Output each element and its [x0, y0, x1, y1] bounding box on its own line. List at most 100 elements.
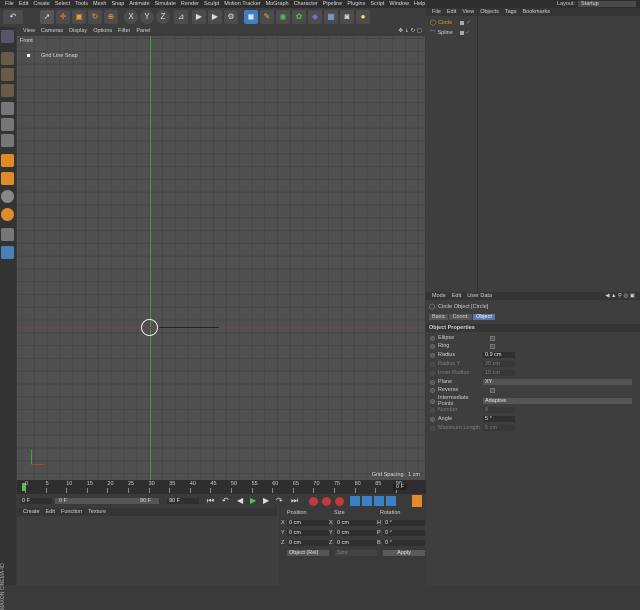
prop-ellipse[interactable]: Ellipse — [430, 334, 495, 342]
position-y-field[interactable]: 0 cm — [287, 530, 329, 536]
axis-mode-icon[interactable] — [1, 154, 14, 167]
key-param-icon[interactable] — [386, 496, 396, 506]
size-mode-select[interactable]: Size — [335, 550, 377, 556]
viewport-menu-item[interactable]: Filter — [118, 28, 130, 34]
viewport-menu-item[interactable]: View — [23, 28, 35, 34]
menu-item[interactable]: File — [5, 1, 14, 7]
cube-icon[interactable]: ◼ — [244, 10, 258, 24]
menu-item[interactable]: Help — [414, 1, 425, 7]
make-editable-icon[interactable] — [1, 30, 14, 43]
deformer-icon[interactable]: ◆ — [308, 10, 322, 24]
rotation-p-field[interactable]: 0 ° — [383, 530, 425, 536]
light-icon[interactable]: ● — [356, 10, 370, 24]
viewport-menu-item[interactable]: Cameras — [41, 28, 63, 34]
texture-mode-icon[interactable] — [1, 68, 14, 81]
material-menu-item[interactable]: Edit — [46, 509, 55, 515]
rotate-icon[interactable]: ↻ — [88, 10, 102, 24]
viewport-menu-item[interactable]: Options — [93, 28, 112, 34]
object-row-spline[interactable]: ⌒ Spline ✓ — [430, 29, 470, 37]
attr-menu-item[interactable]: User Data — [467, 293, 492, 299]
key-rotation-icon[interactable] — [374, 496, 384, 506]
attr-menu-item[interactable]: Mode — [432, 293, 446, 299]
points-mode-icon[interactable] — [1, 102, 14, 115]
render-picture-viewer-icon[interactable]: ▶ — [208, 10, 222, 24]
visibility-icon[interactable] — [460, 21, 465, 25]
key-scale-icon[interactable] — [362, 496, 372, 506]
model-mode-icon[interactable] — [1, 52, 14, 65]
menu-item[interactable]: MoGraph — [266, 1, 289, 7]
keyframe-selection-icon[interactable] — [335, 497, 344, 506]
tab-coord[interactable]: Coord. — [449, 314, 472, 320]
menu-item[interactable]: Create — [33, 1, 50, 7]
live-selection-icon[interactable]: ➚ — [40, 10, 54, 24]
goto-end-icon[interactable]: ⏭ — [291, 496, 298, 506]
object-menu-item[interactable]: Objects — [480, 9, 499, 15]
move-icon[interactable]: ✛ — [56, 10, 70, 24]
material-menu-item[interactable]: Create — [23, 509, 40, 515]
menu-item[interactable]: Motion Tracker — [224, 1, 260, 7]
ring-checkbox[interactable] — [490, 343, 495, 349]
workplane-icon[interactable] — [1, 84, 14, 97]
prop-intermediate-points[interactable]: Intermediate Points Adaptive — [430, 395, 632, 407]
timeline-ruler[interactable]: 051015202530354045505560657075808590 0 F — [17, 480, 426, 494]
lock-workplane-icon[interactable] — [1, 246, 14, 259]
object-menu-item[interactable]: File — [432, 9, 441, 15]
z-axis-button[interactable]: Z — [156, 10, 170, 24]
next-frame-icon[interactable]: ▶ — [263, 496, 269, 505]
object-menu-item[interactable]: Edit — [447, 9, 456, 15]
viewport-menu-item[interactable]: Panel — [136, 28, 150, 34]
menu-item[interactable]: Animate — [129, 1, 149, 7]
coordinate-system-icon[interactable]: ⊿ — [174, 10, 188, 24]
menu-item[interactable]: Script — [370, 1, 384, 7]
play-icon[interactable]: ▶ — [250, 496, 256, 505]
x-axis-button[interactable]: X — [124, 10, 138, 24]
prev-frame-icon[interactable]: ◀ — [237, 496, 243, 505]
prop-angle[interactable]: Angle 5 ° — [430, 415, 515, 423]
menu-item[interactable]: Snap — [111, 1, 124, 7]
tab-object[interactable]: Object — [472, 314, 495, 320]
key-position-icon[interactable] — [350, 496, 360, 506]
timeline-menu-icon[interactable] — [412, 495, 422, 507]
enabled-check-icon[interactable]: ✓ — [466, 20, 471, 26]
object-row-circle[interactable]: ◯ Circle ✓ — [430, 20, 471, 26]
camera-icon[interactable]: ◙ — [340, 10, 354, 24]
apply-button[interactable]: Apply — [383, 550, 425, 556]
prev-key-icon[interactable]: ↶ — [222, 496, 229, 505]
menu-item[interactable]: Plugins — [347, 1, 365, 7]
ellipse-checkbox[interactable] — [490, 335, 495, 341]
scale-icon[interactable]: ▣ — [72, 10, 86, 24]
tab-basic[interactable]: Basic — [429, 314, 449, 320]
prop-plane[interactable]: Plane XY — [430, 378, 632, 386]
size-z-field[interactable]: 0 cm — [335, 540, 377, 546]
viewport-nav-icons[interactable]: ✥ ⇣ ↻ ▢ — [398, 28, 422, 34]
menu-item[interactable]: Sculpt — [204, 1, 219, 7]
subdivision-icon[interactable]: ◉ — [276, 10, 290, 24]
menu-item[interactable]: Tools — [75, 1, 88, 7]
coord-mode-select[interactable]: Object (Rel) — [287, 550, 329, 556]
intermediate-points-select[interactable]: Adaptive — [483, 398, 632, 404]
menu-item[interactable]: Select — [55, 1, 70, 7]
tweak-icon[interactable] — [1, 172, 14, 185]
size-x-field[interactable]: 0 cm — [335, 520, 377, 526]
material-menu-item[interactable]: Texture — [88, 509, 106, 515]
position-z-field[interactable]: 0 cm — [287, 540, 329, 546]
rotation-b-field[interactable]: 0 ° — [383, 540, 425, 546]
recent-tool-icon[interactable]: ⊕ — [104, 10, 118, 24]
viewport[interactable]: Front Grid Line Snap Grid Spacing : 1 cm — [17, 36, 425, 480]
undo-icon[interactable]: ↶ — [3, 10, 23, 24]
prop-radius[interactable]: Radius 0.9 cm — [430, 351, 515, 359]
viewport-menu-item[interactable]: Display — [69, 28, 87, 34]
position-x-field[interactable]: 0 cm — [287, 520, 329, 526]
snap-icon[interactable] — [1, 190, 14, 203]
polygons-mode-icon[interactable] — [1, 134, 14, 147]
end-frame-field[interactable]: 90 F — [167, 498, 199, 504]
goto-start-icon[interactable]: ⏮ — [207, 496, 214, 506]
current-frame-field[interactable]: 0 F — [20, 498, 52, 504]
reverse-checkbox[interactable] — [490, 387, 495, 393]
menu-item[interactable]: Simulate — [155, 1, 176, 7]
rotation-h-field[interactable]: 0 ° — [383, 520, 425, 526]
render-settings-icon[interactable]: ⚙ — [224, 10, 238, 24]
menu-item[interactable]: Pipeline — [323, 1, 343, 7]
attr-menu-item[interactable]: Edit — [452, 293, 461, 299]
floor-icon[interactable]: ▦ — [324, 10, 338, 24]
